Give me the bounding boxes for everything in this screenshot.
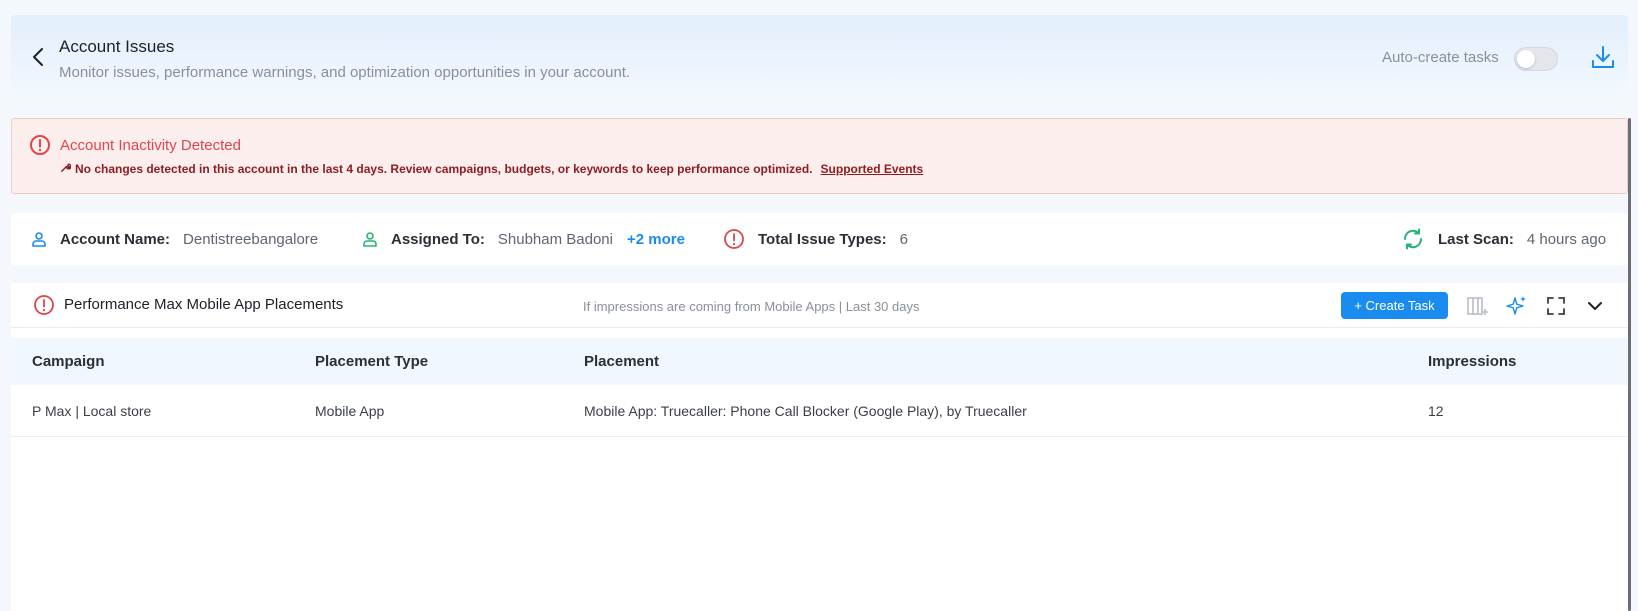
cell-impressions: 12: [1428, 403, 1444, 419]
issue-types-value: 6: [899, 230, 908, 248]
account-name-value: Dentistreebangalore: [183, 230, 319, 248]
alert-message: No changes detected in this account in t…: [75, 162, 813, 176]
download-icon[interactable]: [1589, 44, 1617, 72]
create-task-button[interactable]: + Create Task: [1341, 292, 1448, 319]
section-note: If impressions are coming from Mobile Ap…: [583, 299, 920, 314]
section-title: Performance Max Mobile App Placements: [64, 296, 344, 313]
alert-circle-icon: [30, 135, 50, 155]
table-row[interactable]: P Max | Local store Mobile App Mobile Ap…: [11, 385, 1628, 437]
alert-message-line: No changes detected in this account in t…: [60, 162, 923, 176]
last-scan-value: 4 hours ago: [1526, 230, 1607, 248]
column-header-impressions[interactable]: Impressions: [1428, 353, 1516, 370]
supported-events-link[interactable]: Supported Events: [821, 162, 924, 176]
account-info-bar: Account Name: Dentistreebangalore Assign…: [11, 213, 1628, 265]
cell-campaign: P Max | Local store: [32, 403, 152, 419]
placements-section: Performance Max Mobile App Placements If…: [11, 283, 1628, 611]
last-scan-item: Last Scan: 4 hours ago: [1401, 213, 1606, 265]
issue-types-label: Total Issue Types:: [758, 230, 887, 248]
column-header-placement[interactable]: Placement: [584, 353, 659, 370]
account-name-item: Account Name: Dentistreebangalore: [31, 213, 318, 265]
alert-title: Account Inactivity Detected: [60, 137, 241, 154]
page-header: Account Issues Monitor issues, performan…: [11, 15, 1628, 101]
wrench-icon: [60, 162, 72, 176]
assigned-to-label: Assigned To:: [391, 230, 485, 248]
refresh-icon[interactable]: [1401, 227, 1425, 251]
fullscreen-icon[interactable]: [1544, 294, 1568, 318]
account-name-label: Account Name:: [60, 230, 171, 248]
toggle-knob: [1517, 50, 1535, 68]
column-header-campaign[interactable]: Campaign: [32, 353, 105, 370]
assigned-to-value: Shubham Badoni: [497, 230, 613, 248]
sparkle-icon[interactable]: [1505, 294, 1529, 318]
user-icon: [32, 232, 46, 247]
column-header-placement-type[interactable]: Placement Type: [315, 353, 428, 370]
alert-circle-icon: [724, 229, 744, 249]
auto-create-toggle[interactable]: [1514, 47, 1558, 71]
cell-placement: Mobile App: Truecaller: Phone Call Block…: [584, 403, 1027, 419]
page-subtitle: Monitor issues, performance warnings, an…: [59, 64, 631, 81]
assigned-to-item: Assigned To: Shubham Badoni +2 more: [362, 213, 685, 265]
alert-circle-icon: [34, 295, 54, 315]
last-scan-label: Last Scan:: [1438, 230, 1514, 248]
auto-create-label: Auto-create tasks: [1382, 49, 1499, 66]
back-arrow-icon[interactable]: [27, 45, 51, 69]
cell-placement-type: Mobile App: [315, 403, 385, 419]
assigned-more-link[interactable]: +2 more: [627, 231, 685, 248]
inactivity-alert: Account Inactivity Detected No changes d…: [11, 118, 1628, 194]
column-settings-icon[interactable]: [1465, 294, 1489, 318]
user-check-icon: [363, 232, 377, 247]
scrollbar[interactable]: [1628, 118, 1631, 611]
issue-types-item: Total Issue Types: 6: [723, 213, 908, 265]
page-title: Account Issues: [59, 37, 175, 56]
section-header: Performance Max Mobile App Placements If…: [11, 283, 1628, 328]
chevron-down-icon[interactable]: [1583, 294, 1607, 318]
table-header: Campaign Placement Type Placement Impres…: [11, 338, 1628, 385]
